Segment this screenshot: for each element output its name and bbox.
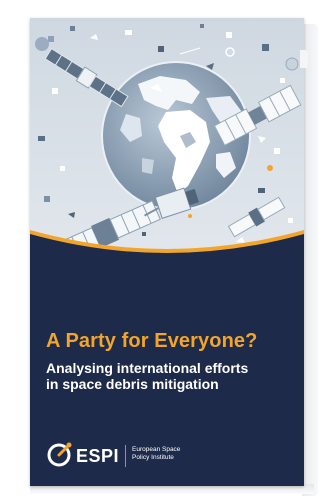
report-cover: A Party for Everyone? Analysing internat… <box>30 18 304 486</box>
cover-subtitle-line-2: in space debris mitigation <box>46 376 219 392</box>
logo-subtitle-line-1: European Space <box>132 446 181 453</box>
page-shadow-right <box>302 24 318 496</box>
logo-subtitle-line-2: Policy Institute <box>132 454 174 461</box>
espi-logo-mark <box>47 442 72 467</box>
cover-title: A Party for Everyone? <box>46 330 258 352</box>
cover-artwork <box>30 18 304 294</box>
espi-logo-text: ESPI <box>76 446 120 466</box>
cover-subtitle: Analysing international efforts in space… <box>46 360 296 392</box>
cover-subtitle-line-1: Analysing international efforts <box>46 360 249 376</box>
page-tab-edge <box>300 50 308 68</box>
logo-divider <box>125 445 126 467</box>
espi-logo-subtitle: European Space Policy Institute <box>132 446 212 462</box>
